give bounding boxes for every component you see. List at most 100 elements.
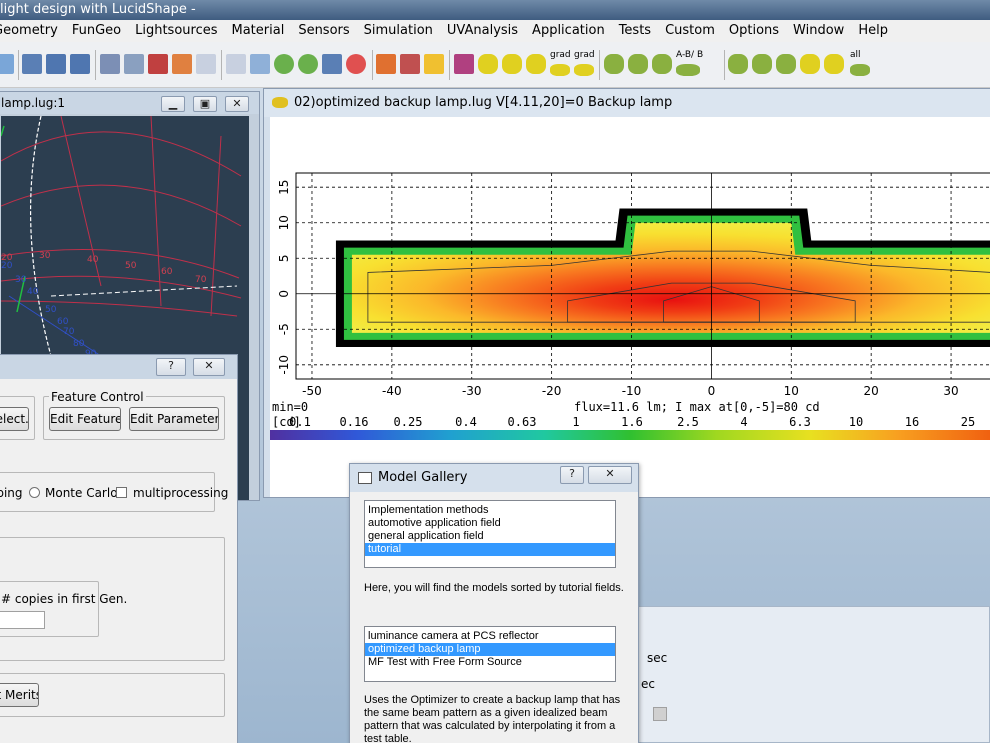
maximize-button[interactable]: ▣	[193, 96, 217, 112]
menu-geometry[interactable]: Geometry	[0, 20, 65, 42]
ab-icon[interactable]: A-B/ B	[676, 50, 703, 60]
grad-lamp-icon-2[interactable]	[574, 64, 594, 76]
optimizer-dialog[interactable]: ? ✕ Select... Feature Control Edit Featu…	[0, 354, 238, 743]
category-item[interactable]: automotive application field	[365, 517, 615, 530]
y-tick-label: 0	[277, 290, 291, 298]
copies-input[interactable]: 0	[0, 611, 45, 629]
target-icon[interactable]	[346, 54, 366, 74]
help-button[interactable]: ?	[560, 466, 584, 484]
window-plot[interactable]: 02)optimized backup lamp.lug V[4.11,20]=…	[263, 88, 990, 498]
y-ticks: 15 10 5 0 -5 -10	[277, 180, 291, 375]
model-item[interactable]: luminance camera at PCS reflector	[365, 630, 615, 643]
all-icon[interactable]: all	[850, 50, 861, 60]
tick-blue-40: 40	[27, 287, 39, 297]
close-button[interactable]: ✕	[225, 96, 249, 112]
menu-custom[interactable]: Custom	[658, 20, 722, 42]
category-item[interactable]: Implementation methods	[365, 504, 615, 517]
model-item[interactable]: MF Test with Free Form Source	[365, 656, 615, 669]
lamp-refresh-icon[interactable]	[776, 54, 796, 74]
x-tick-label: -40	[382, 384, 402, 398]
rows-icon[interactable]	[70, 54, 90, 74]
menu-tests[interactable]: Tests	[612, 20, 658, 42]
multiprocessing-label: multiprocessing	[133, 486, 229, 500]
model-item-selected[interactable]: optimized backup lamp	[365, 643, 615, 656]
menu-material[interactable]: Material	[225, 20, 292, 42]
axes-icon[interactable]	[376, 54, 396, 74]
lamp-icon[interactable]	[478, 54, 498, 74]
lightning-icon[interactable]	[424, 54, 444, 74]
minimize-button[interactable]: ▁	[161, 96, 185, 112]
lamp-minus-icon[interactable]	[502, 54, 522, 74]
edit-merits-button[interactable]: Edit Merits	[0, 683, 39, 707]
select-button[interactable]: Select...	[0, 407, 29, 431]
multiprocessing-checkbox[interactable]	[116, 487, 127, 498]
ab-lamp-icon[interactable]	[676, 64, 700, 76]
help-button[interactable]: ?	[156, 358, 186, 376]
intersect-icon[interactable]	[148, 54, 168, 74]
all-lamp-icon[interactable]	[850, 64, 870, 76]
window-3d-caption[interactable]: lamp.lug:1	[0, 92, 259, 114]
category-item-selected[interactable]: tutorial	[365, 543, 615, 556]
lamp-divide-icon[interactable]	[628, 54, 648, 74]
heatmap-icon[interactable]	[172, 54, 192, 74]
grad-lamp-icon[interactable]	[550, 64, 570, 76]
tick-blue-20: 20	[1, 261, 13, 271]
grad-icon-2[interactable]: grad	[574, 50, 595, 60]
edit-parameters-button[interactable]: Edit Parameters	[129, 407, 219, 431]
toolbar-separator	[372, 50, 373, 80]
option-monte-carlo-label: Monte Carlo	[45, 486, 118, 500]
lamp-arrow-down-icon[interactable]	[752, 54, 772, 74]
menu-uvanalysis[interactable]: UVAnalysis	[440, 20, 525, 42]
menu-simulation[interactable]: Simulation	[357, 20, 440, 42]
colorbar-label: 0.1	[289, 415, 311, 429]
lamp-arrow-right-icon[interactable]	[728, 54, 748, 74]
lamp-plus-icon[interactable]	[526, 54, 546, 74]
menu-application[interactable]: Application	[525, 20, 612, 42]
close-button[interactable]: ✕	[588, 466, 632, 484]
grad-icon[interactable]: grad	[550, 50, 571, 60]
columns-icon[interactable]	[46, 54, 66, 74]
lamp-sound-icon[interactable]	[824, 54, 844, 74]
output-window[interactable]: sec ec	[612, 606, 990, 743]
camera-icon[interactable]	[322, 54, 342, 74]
tick-red-60: 60	[161, 267, 173, 277]
fit-icon[interactable]	[250, 54, 270, 74]
edit-feature-button[interactable]: Edit Feature	[49, 407, 121, 431]
x-tick-label: 10	[784, 384, 799, 398]
plot-area[interactable]: -50 -40 -30 -20 -10 0 10 20 30 15 10 5 0 -5 -10 min=0…	[270, 117, 990, 497]
lamp-swap-icon[interactable]	[800, 54, 820, 74]
menu-window[interactable]: Window	[786, 20, 851, 42]
category-item[interactable]: general application field	[365, 530, 615, 543]
window-plot-caption[interactable]: 02)optimized backup lamp.lug V[4.11,20]=…	[264, 89, 990, 117]
app-title: light design with LucidShape -	[0, 2, 196, 17]
document-icon[interactable]	[196, 54, 216, 74]
lamp-minus-icon-2[interactable]	[652, 54, 672, 74]
check-icon[interactable]	[454, 54, 474, 74]
lamp-arrow-icon[interactable]	[604, 54, 624, 74]
menu-sensors[interactable]: Sensors	[291, 20, 356, 42]
tick-blue-80: 80	[73, 339, 85, 349]
x-tick-label: 0	[708, 384, 716, 398]
menu-options[interactable]: Options	[722, 20, 786, 42]
y-tick-label: 5	[277, 254, 291, 262]
measure-icon[interactable]	[400, 54, 420, 74]
window-icon[interactable]	[22, 54, 42, 74]
rotate-icon[interactable]	[0, 54, 14, 74]
zoom-out-icon[interactable]	[298, 54, 318, 74]
menu-help[interactable]: Help	[851, 20, 895, 42]
scrollbar-thumb[interactable]	[653, 707, 667, 721]
zoom-in-icon[interactable]	[274, 54, 294, 74]
feature-control-label: Feature Control	[49, 390, 146, 404]
colorbar-label: 10	[849, 415, 863, 429]
option-monte-carlo-radio[interactable]	[29, 487, 40, 498]
model-gallery-dialog[interactable]: Model Gallery ? ✕ Implementation methods…	[349, 463, 639, 743]
model-list[interactable]: luminance camera at PCS reflector optimi…	[364, 626, 616, 682]
category-list[interactable]: Implementation methods automotive applic…	[364, 500, 616, 568]
chart-icon[interactable]	[100, 54, 120, 74]
menu-lightsources[interactable]: Lightsources	[128, 20, 224, 42]
surface-icon[interactable]	[124, 54, 144, 74]
tick-blue-70: 70	[63, 327, 75, 337]
close-button[interactable]: ✕	[193, 358, 225, 376]
page-icon[interactable]	[226, 54, 246, 74]
menu-fungeo[interactable]: FunGeo	[65, 20, 128, 42]
